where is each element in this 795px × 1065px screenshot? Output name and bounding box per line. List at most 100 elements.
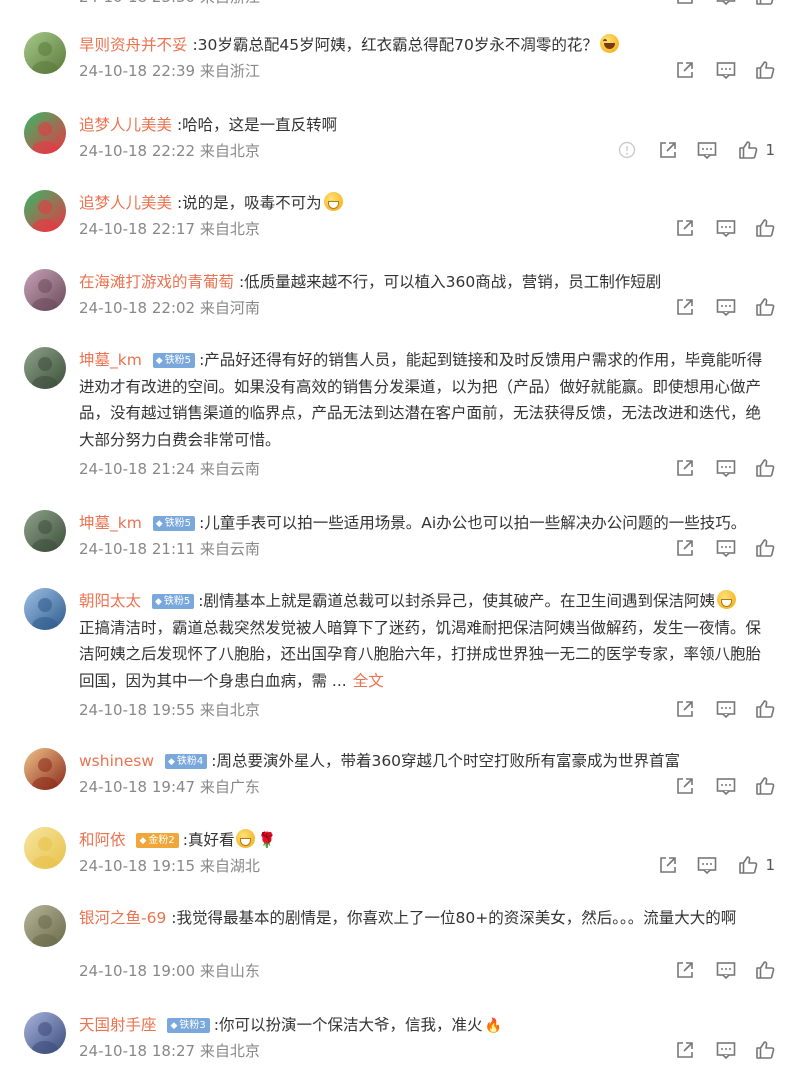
comment-body: :30岁霸总配45岁阿姨，红衣霸总得配70岁永不凋零的花？ xyxy=(192,36,598,54)
comment-meta: 24-10-18 22:17 来自北京 xyxy=(79,220,260,238)
fan-badge[interactable]: ◆ 铁粉4 xyxy=(164,754,208,769)
username-link[interactable]: 朝阳太太 xyxy=(79,592,141,610)
comment-meta: 24-10-18 21:11 来自云南 xyxy=(79,540,260,558)
comment-meta: 24-10-18 22:39 来自浙江 xyxy=(79,62,260,80)
avatar[interactable] xyxy=(24,190,66,232)
avatar[interactable] xyxy=(24,588,66,630)
thumbs-up-icon[interactable] xyxy=(754,698,776,720)
comment-icon[interactable] xyxy=(696,139,718,161)
fan-badge-label: 铁粉5 xyxy=(164,355,192,366)
diamond-icon: ◆ xyxy=(170,1021,178,1031)
thumbs-up-icon[interactable] xyxy=(754,775,776,797)
comment-icon[interactable] xyxy=(715,959,737,981)
avatar[interactable] xyxy=(24,112,66,154)
thumbs-up-icon[interactable] xyxy=(754,959,776,981)
avatar[interactable] xyxy=(24,748,66,790)
thumbs-up-icon[interactable] xyxy=(754,537,776,559)
fan-badge-label: 铁粉3 xyxy=(179,1020,206,1031)
comment-icon[interactable] xyxy=(715,775,737,797)
diamond-icon: ◆ xyxy=(155,519,163,529)
report-icon[interactable] xyxy=(616,139,638,161)
comment-actions xyxy=(495,296,795,320)
comment-icon[interactable] xyxy=(715,1039,737,1061)
share-icon[interactable] xyxy=(674,698,696,720)
fan-badge[interactable]: ◆ 铁粉5 xyxy=(152,353,196,368)
expand-full-text-link[interactable]: 全文 xyxy=(353,672,384,690)
comment-body: :你可以扮演一个保洁大爷，信我，准火 xyxy=(213,1016,483,1034)
comment-actions: 1 xyxy=(495,139,795,163)
username-link[interactable]: wshinesw xyxy=(79,752,154,770)
thumbs-up-icon[interactable] xyxy=(754,1039,776,1061)
fan-badge[interactable]: ◆ 铁粉5 xyxy=(152,516,196,531)
comment-actions xyxy=(495,217,795,241)
avatar[interactable] xyxy=(24,32,66,74)
share-icon[interactable] xyxy=(657,854,679,876)
avatar[interactable] xyxy=(24,510,66,552)
thumbs-up-icon[interactable] xyxy=(737,139,759,161)
comment-text: 坤墓_km ◆ 铁粉5:产品好还得有好的销售人员，能起到链接和及时反馈用户需求的作… xyxy=(79,347,774,453)
username-link[interactable]: 追梦人儿美美 xyxy=(79,194,172,212)
username-link[interactable]: 在海滩打游戏的青葡萄 xyxy=(79,273,234,291)
share-icon[interactable] xyxy=(674,457,696,479)
share-icon[interactable] xyxy=(674,775,696,797)
thumbs-up-icon[interactable] xyxy=(754,0,776,7)
comment-text: 追梦人儿美美 :说的是，吸毒不可为 xyxy=(79,190,774,217)
share-icon[interactable] xyxy=(674,217,696,239)
username-link[interactable]: 银河之鱼-69 xyxy=(79,909,166,927)
share-icon[interactable] xyxy=(674,0,696,7)
avatar[interactable] xyxy=(24,827,66,869)
fan-badge[interactable]: ◆ 铁粉3 xyxy=(167,1018,210,1033)
comment-meta: 24-10-18 19:47 来自广东 xyxy=(79,778,260,796)
rose-emoji: 🌹 xyxy=(257,831,277,849)
fan-badge[interactable]: ◆ 铁粉5 xyxy=(151,594,195,609)
avatar[interactable] xyxy=(24,347,66,389)
fan-badge[interactable]: ◆ 金粉2 xyxy=(136,833,179,848)
share-icon[interactable] xyxy=(657,139,679,161)
comment-icon[interactable] xyxy=(715,0,737,7)
avatar[interactable] xyxy=(24,905,66,947)
comment-icon[interactable] xyxy=(715,296,737,318)
avatar[interactable] xyxy=(24,1012,66,1054)
username-link[interactable]: 坤墓_km xyxy=(79,351,142,369)
comment-icon[interactable] xyxy=(715,537,737,559)
comment-body: :低质量越来越不行，可以植入360商战，营销，员工制作短剧 xyxy=(238,273,662,291)
share-icon[interactable] xyxy=(674,296,696,318)
laugh-cry-emoji xyxy=(599,34,619,53)
comment-body: :真好看 xyxy=(182,831,235,849)
thumbs-up-icon[interactable] xyxy=(754,457,776,479)
comment-text: 和阿依 ◆ 金粉2:真好看 🌹 xyxy=(79,827,774,854)
comment-meta: 24-10-18 22:22 来自北京 xyxy=(79,142,260,160)
share-icon[interactable] xyxy=(674,59,696,81)
username-link[interactable]: 坤墓_km xyxy=(79,514,142,532)
comment-body: :周总要演外星人，带着360穿越几个时空打败所有富豪成为世界首富 xyxy=(211,752,681,770)
comment-text: 旱则资舟并不妥 :30岁霸总配45岁阿姨，红衣霸总得配70岁永不凋零的花？ xyxy=(79,32,774,59)
comment-text: 在海滩打游戏的青葡萄 :低质量越来越不行，可以植入360商战，营销，员工制作短剧 xyxy=(79,269,774,296)
comment-text: wshinesw ◆ 铁粉4:周总要演外星人，带着360穿越几个时空打败所有富豪成… xyxy=(79,748,774,775)
comment-text: 坤墓_km ◆ 铁粉5:儿童手表可以拍一些适用场景。Ai办公也可以拍一些解决办公问… xyxy=(79,510,774,537)
like-count: 1 xyxy=(765,141,775,159)
username-link[interactable]: 旱则资舟并不妥 xyxy=(79,36,188,54)
username-link[interactable]: 追梦人儿美美 xyxy=(79,116,172,134)
comment-meta: 24-10-18 22:02 来自河南 xyxy=(79,299,260,317)
comment-icon[interactable] xyxy=(715,457,737,479)
share-icon[interactable] xyxy=(674,537,696,559)
thumbs-up-icon[interactable] xyxy=(754,217,776,239)
comment-icon[interactable] xyxy=(696,854,718,876)
comment-icon[interactable] xyxy=(715,698,737,720)
comment-body: :儿童手表可以拍一些适用场景。Ai办公也可以拍一些解决办公问题的一些技巧。 xyxy=(199,514,747,532)
comment-body: :哈哈，这是一直反转啊 xyxy=(176,116,338,134)
thumbs-up-icon[interactable] xyxy=(754,59,776,81)
avatar[interactable] xyxy=(24,269,66,311)
diamond-icon: ◆ xyxy=(139,836,147,846)
comment-icon[interactable] xyxy=(715,217,737,239)
username-link[interactable]: 天国射手座 xyxy=(79,1016,157,1034)
diamond-icon: ◆ xyxy=(155,356,163,366)
comment-body-continued: 正搞清洁时，霸道总裁突然发觉被人暗算下了迷药，饥渴难耐把保洁阿姨当做解药，发生一… xyxy=(79,618,762,690)
comment-actions xyxy=(495,775,795,799)
share-icon[interactable] xyxy=(674,1039,696,1061)
comment-icon[interactable] xyxy=(715,59,737,81)
thumbs-up-icon[interactable] xyxy=(737,854,759,876)
username-link[interactable]: 和阿依 xyxy=(79,831,126,849)
thumbs-up-icon[interactable] xyxy=(754,296,776,318)
share-icon[interactable] xyxy=(674,959,696,981)
